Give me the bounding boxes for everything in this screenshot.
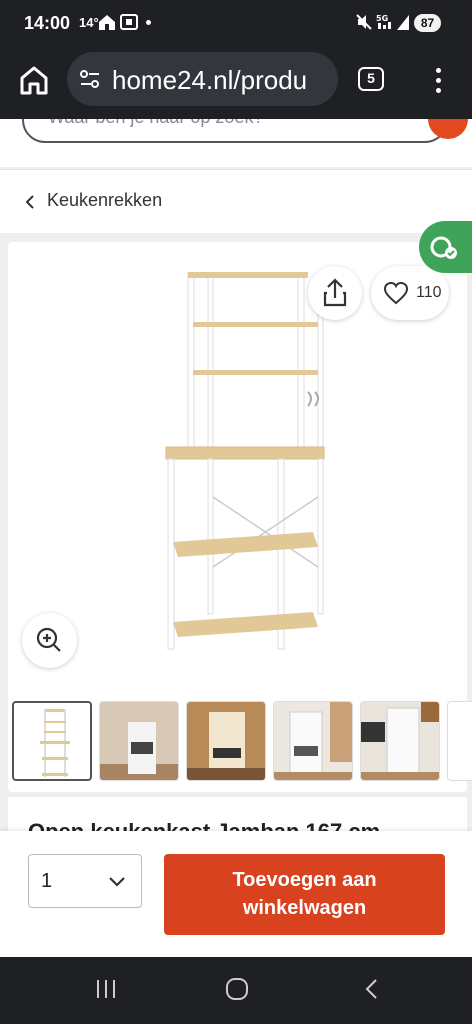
extension-badge[interactable] [419,221,472,273]
browser-chrome: 14:00 14° 5G 87 home24.nl/produ 5 [0,0,472,119]
chevron-down-icon [109,877,125,887]
product-info: Open keukenkast Jamban 167 cm [8,797,467,831]
favorite-count: 110 [416,284,442,301]
thumbnail-image [274,702,352,780]
thumbnail-image [187,702,265,780]
product-image[interactable] [148,272,338,667]
search-strip: Waar ben je naar op zoek? [0,119,472,167]
add-to-cart-button[interactable]: Toevoegen aan winkelwagen [164,854,445,935]
back-icon[interactable] [360,977,384,1001]
thumbnail-6[interactable] [447,701,472,781]
url-bar[interactable]: home24.nl/produ [67,52,338,106]
tab-switcher-button[interactable]: 5 [358,67,384,91]
shopping-extension-icon [430,236,457,259]
status-time: 14:00 [24,13,71,33]
thumbnail-4[interactable] [273,701,353,781]
thumbnail-image [100,702,178,780]
home-nav-icon[interactable] [225,977,249,1001]
notification-dot [146,20,151,25]
heart-icon [383,281,409,305]
thumbnail-image [361,702,439,780]
product-page: Waar ben je naar op zoek? Keukenrekken [0,119,472,831]
favorite-button[interactable]: 110 [371,266,449,320]
screenshot-icon [120,14,138,30]
recent-apps-icon[interactable] [94,977,118,1001]
purchase-bar: 1 Toevoegen aan winkelwagen [0,831,472,957]
search-input[interactable]: Waar ben je naar op zoek? [22,119,468,143]
add-to-cart-label-line1: Toevoegen aan [232,869,377,891]
battery-indicator: 87 [414,14,441,32]
breadcrumb[interactable]: Keukenrekken [0,169,472,233]
share-icon [323,278,347,307]
share-button[interactable] [308,266,362,320]
mute-icon [356,14,372,30]
system-nav-bar [0,957,472,1024]
zoom-button[interactable] [22,613,77,668]
chevron-left-icon [25,195,34,209]
browser-menu-icon[interactable] [430,66,446,96]
status-bar: 14:00 14° 5G 87 [0,0,472,46]
svg-text:5G: 5G [376,14,388,23]
thumbnail-3[interactable] [186,701,266,781]
quantity-select[interactable]: 1 [28,854,142,908]
thumbnail-strip[interactable] [12,701,472,783]
home-icon[interactable] [14,60,54,100]
thumbnail-5[interactable] [360,701,440,781]
site-settings-icon[interactable] [79,69,101,89]
search-placeholder: Waar ben je naar op zoek? [48,119,263,128]
product-title: Open keukenkast Jamban 167 cm [28,819,380,831]
search-button[interactable] [428,119,468,139]
home-wifi-icon [99,15,115,30]
quantity-value: 1 [41,870,53,892]
signal-icon [397,15,409,30]
thumbnail-image [40,709,70,777]
zoom-in-icon [36,627,61,652]
status-temperature: 14° [79,15,99,30]
url-text[interactable]: home24.nl/produ [112,65,334,96]
5g-signal-icon: 5G [376,14,391,29]
thumbnail-1[interactable] [12,701,92,781]
thumbnail-2[interactable] [99,701,179,781]
product-gallery: 110 [8,242,472,792]
breadcrumb-label[interactable]: Keukenrekken [47,190,162,211]
add-to-cart-label-line2: winkelwagen [242,897,367,919]
